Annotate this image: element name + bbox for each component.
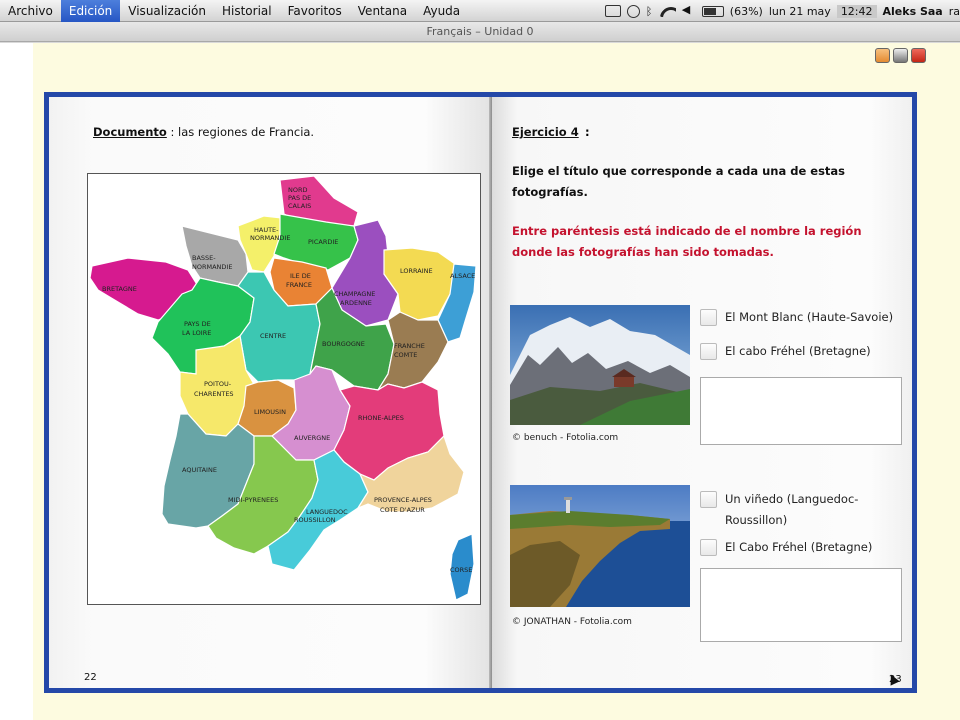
- battery-icon[interactable]: [701, 5, 724, 17]
- checkbox-mont-blanc[interactable]: [700, 309, 717, 326]
- checkbox-cabo-frehel-2[interactable]: [700, 539, 717, 556]
- answer-box-1[interactable]: [700, 377, 902, 445]
- france-regions-map: BRETAGNE BASSE- NORMANDIE HAUTE- NORMAND…: [87, 173, 481, 605]
- time-machine-icon[interactable]: [626, 4, 640, 18]
- label-haute-normandie-1: HAUTE-: [254, 226, 279, 234]
- label-limousin: LIMOUSIN: [254, 408, 286, 416]
- label-centre: CENTRE: [260, 332, 286, 340]
- document-label: Documento: [93, 125, 167, 139]
- label-franche-2: COMTE: [394, 351, 417, 359]
- exercise-instruction: Elige el título que corresponde a cada u…: [512, 164, 846, 199]
- label-ile-1: ILE DE: [290, 272, 311, 280]
- photo-credit-2: © JONATHAN - Fotolia.com: [512, 617, 632, 627]
- option-vinedo[interactable]: Un viñedo (Languedoc- Roussillon): [700, 489, 858, 531]
- menu-edicion[interactable]: Edición: [60, 0, 121, 22]
- label-languedoc-1: LANGUEDOC: [306, 508, 348, 516]
- menu-bar: Archivo Edición Visualización Historial …: [0, 0, 960, 22]
- menu-ventana[interactable]: Ventana: [350, 0, 415, 22]
- photo-credit-1: © benuch - Fotolia.com: [512, 433, 619, 443]
- label-basse-normandie-2: NORMANDIE: [192, 263, 232, 271]
- minimize-icon[interactable]: [875, 48, 890, 63]
- wifi-icon[interactable]: [660, 5, 676, 17]
- option-cabo-frehel-2-label: El Cabo Fréhel (Bretagne): [725, 540, 873, 554]
- label-pays-2: LA LOIRE: [182, 329, 211, 337]
- option-mont-blanc[interactable]: El Mont Blanc (Haute-Savoie): [700, 307, 893, 328]
- label-lorraine: LORRAINE: [400, 267, 433, 275]
- option-vinedo-line-1: Un viñedo (Languedoc-: [725, 492, 859, 506]
- document-heading: Documento : las regiones de Francia.: [93, 125, 314, 139]
- label-champagne-2: ARDENNE: [340, 299, 372, 307]
- left-margin: [0, 43, 33, 720]
- label-aquitaine: AQUITAINE: [182, 466, 217, 474]
- exercise-title: Ejercicio 4: [512, 125, 579, 139]
- window-title: Français – Unidad 0: [426, 25, 534, 38]
- label-picardie: PICARDIE: [308, 238, 338, 246]
- book-spread: Documento : las regiones de Francia. BRE…: [44, 92, 917, 693]
- exercise-title-colon: :: [585, 125, 590, 139]
- label-ile-2: FRANCE: [286, 281, 312, 289]
- label-auvergne: AUVERGNE: [294, 434, 330, 442]
- option-mont-blanc-label: El Mont Blanc (Haute-Savoie): [725, 310, 894, 324]
- label-pays-1: PAYS DE: [184, 320, 211, 328]
- menubar-trailing: ra: [948, 4, 960, 18]
- battery-percent: (63%): [729, 4, 763, 18]
- label-champagne-1: CHAMPAGNE: [334, 290, 375, 298]
- label-haute-normandie-2: NORMANDIE: [250, 234, 290, 242]
- menu-historial[interactable]: Historial: [214, 0, 280, 22]
- screen-record-icon[interactable]: [604, 5, 621, 17]
- right-page: Ejercicio 4 : Elige el título que corres…: [492, 97, 912, 688]
- menubar-date[interactable]: lun 21 may: [769, 5, 831, 18]
- label-nord-1: NORD: [288, 186, 308, 194]
- menu-ayuda[interactable]: Ayuda: [415, 0, 468, 22]
- label-basse-normandie-1: BASSE-: [192, 254, 216, 262]
- menu-favoritos[interactable]: Favoritos: [280, 0, 350, 22]
- label-nord-2: PAS DE: [288, 194, 311, 202]
- option-cabo-frehel-1-label: El cabo Fréhel (Bretagne): [725, 344, 871, 358]
- close-icon[interactable]: [911, 48, 926, 63]
- map-svg: BRETAGNE BASSE- NORMANDIE HAUTE- NORMAND…: [88, 174, 480, 604]
- label-corse: CORSE: [450, 566, 472, 574]
- option-cabo-frehel-2[interactable]: El Cabo Fréhel (Bretagne): [700, 537, 872, 558]
- viewer-toolbar: [875, 48, 926, 63]
- checkbox-vinedo[interactable]: [700, 491, 717, 508]
- photo-mont-blanc: [510, 305, 690, 425]
- fullscreen-icon[interactable]: [893, 48, 908, 63]
- label-franche-1: FRANCHE: [394, 342, 425, 350]
- exercise-note: Entre paréntesis está indicado de el nom…: [512, 224, 862, 259]
- photo-cap-frehel: [510, 485, 690, 607]
- window-titlebar: Français – Unidad 0: [0, 22, 960, 42]
- label-poitou-1: POITOU-: [204, 380, 232, 388]
- label-provence-1: PROVENCE-ALPES: [374, 496, 432, 504]
- menu-list: Archivo Edición Visualización Historial …: [0, 0, 468, 22]
- label-bourgogne: BOURGOGNE: [322, 340, 365, 348]
- label-languedoc-2: ROUSSILLON: [294, 516, 336, 524]
- label-alsace: ALSACE: [450, 272, 475, 280]
- option-vinedo-line-2: Roussillon): [725, 513, 788, 527]
- label-midi: MIDI-PYRENEES: [228, 496, 278, 504]
- checkbox-cabo-frehel-1[interactable]: [700, 343, 717, 360]
- bluetooth-icon[interactable]: ᛒ: [646, 5, 654, 18]
- option-cabo-frehel-1[interactable]: El cabo Fréhel (Bretagne): [700, 341, 871, 362]
- label-provence-2: COTE D'AZUR: [380, 506, 425, 514]
- label-poitou-2: CHARENTES: [194, 390, 234, 398]
- menu-archivo[interactable]: Archivo: [0, 0, 61, 22]
- answer-box-2[interactable]: [700, 568, 902, 642]
- label-nord-3: CALAIS: [288, 202, 311, 210]
- label-rhone: RHONE-ALPES: [358, 414, 404, 422]
- page-number-left: 22: [84, 672, 97, 683]
- option-vinedo-label: Un viñedo (Languedoc- Roussillon): [725, 489, 858, 531]
- document-caption: : las regiones de Francia.: [166, 125, 315, 139]
- menubar-time[interactable]: 12:42: [836, 4, 877, 18]
- label-bretagne: BRETAGNE: [102, 285, 137, 293]
- menu-visualizacion[interactable]: Visualización: [120, 0, 214, 22]
- volume-icon[interactable]: [682, 3, 696, 17]
- status-area: ᛒ (63%) lun 21 may 12:42 Aleks Saa ra: [604, 0, 960, 22]
- menubar-user[interactable]: Aleks Saa: [883, 5, 943, 18]
- left-page: Documento : las regiones de Francia. BRE…: [49, 97, 491, 688]
